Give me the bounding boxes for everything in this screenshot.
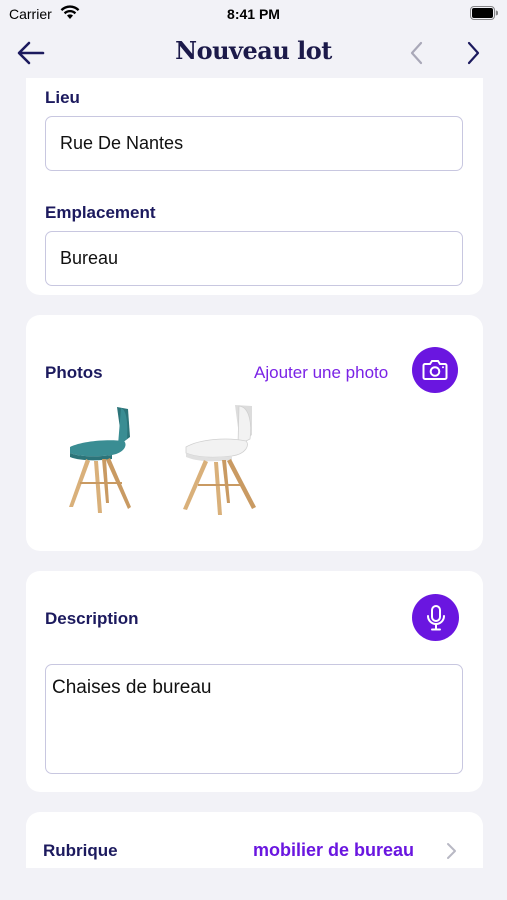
form-scroll-area[interactable]: Lieu Rue De Nantes Emplacement Bureau Ph… — [0, 78, 507, 868]
disclosure-chevron-icon — [447, 843, 456, 859]
chevron-left-icon[interactable] — [407, 40, 427, 66]
photos-card: Photos Ajouter une photo — [26, 315, 483, 551]
rubrique-label: Rubrique — [43, 841, 118, 860]
bottom-safe-area — [0, 868, 507, 900]
camera-icon — [422, 360, 448, 380]
chair-photo-teal[interactable] — [62, 405, 162, 521]
lieu-field[interactable]: Rue De Nantes — [45, 116, 463, 171]
photos-label: Photos — [45, 363, 103, 382]
battery-icon — [470, 6, 498, 20]
rubrique-card[interactable]: Rubrique mobilier de bureau — [26, 812, 483, 868]
navigation-bar: Nouveau lot — [0, 28, 507, 78]
microphone-button[interactable] — [412, 594, 459, 641]
page-title: Nouveau lot — [175, 36, 332, 65]
status-bar: Carrier 8:41 PM — [0, 0, 507, 28]
chair-photo-white[interactable] — [182, 405, 282, 521]
rubrique-value[interactable]: mobilier de bureau — [253, 840, 414, 861]
add-photo-link[interactable]: Ajouter une photo — [254, 363, 388, 383]
location-card: Lieu Rue De Nantes Emplacement Bureau — [26, 78, 483, 295]
microphone-icon — [426, 604, 445, 630]
status-time: 8:41 PM — [227, 6, 280, 22]
description-card: Description Chaises de bureau — [26, 571, 483, 792]
emplacement-field[interactable]: Bureau — [45, 231, 463, 286]
description-field[interactable]: Chaises de bureau — [45, 664, 463, 774]
emplacement-label: Emplacement — [45, 203, 156, 222]
camera-button[interactable] — [412, 347, 458, 393]
chevron-right-icon[interactable] — [463, 40, 483, 66]
lieu-label: Lieu — [45, 88, 80, 107]
description-label: Description — [45, 609, 139, 628]
